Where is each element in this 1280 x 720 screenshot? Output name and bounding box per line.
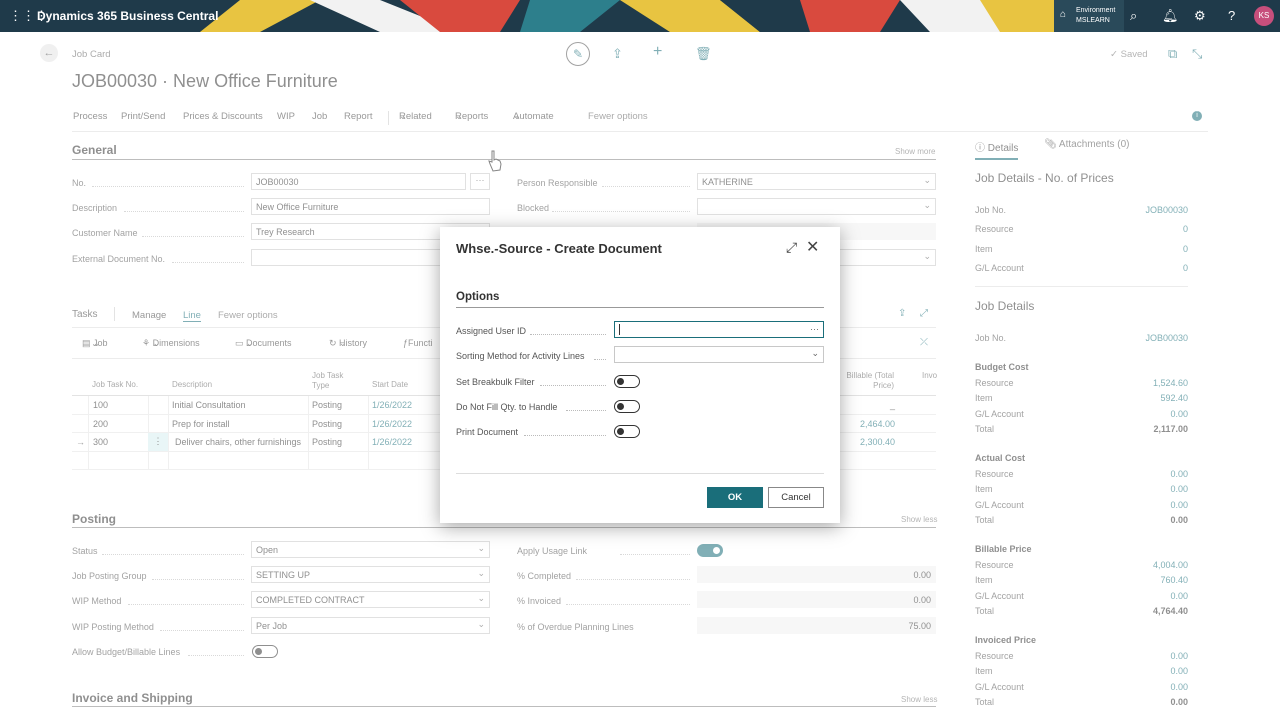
top-bar: ⋮⋮⋮ Dynamics 365 Business Central ⌂ Envi… [0, 0, 1280, 32]
search-icon[interactable]: ⌕ [1130, 8, 1137, 24]
toggle-knob [617, 403, 624, 410]
waffle-icon[interactable]: ⋮⋮⋮ [9, 9, 48, 22]
ok-button[interactable]: OK [707, 487, 763, 508]
dots [594, 359, 606, 360]
environment-name: MSLEARN [1076, 17, 1110, 24]
environment-box[interactable]: ⌂ Environment MSLEARN [1054, 0, 1124, 32]
banner-graphic [200, 0, 1060, 32]
chevron-down-icon: ⌄ [811, 348, 819, 358]
cancel-button[interactable]: Cancel [768, 487, 824, 508]
whse-source-dialog: Whse.-Source - Create Document ⤢ ✕ Optio… [440, 227, 840, 523]
breakbulk-label: Set Breakbulk Filter [456, 377, 535, 387]
assigned-user-input[interactable]: ··· [614, 321, 824, 338]
print-document-label: Print Document [456, 427, 519, 437]
expand-icon[interactable]: ⤢ [786, 239, 797, 256]
sorting-method-label: Sorting Method for Activity Lines [456, 351, 585, 361]
do-not-fill-label: Do Not Fill Qty. to Handle [456, 402, 558, 412]
avatar[interactable]: KS [1254, 6, 1274, 26]
dialog-footer-line [456, 473, 824, 474]
dialog-title: Whse.-Source - Create Document [456, 241, 662, 256]
options-section-line [456, 307, 824, 308]
dots [540, 385, 606, 386]
dots [566, 410, 606, 411]
text-caret [619, 324, 620, 335]
environment-icon: ⌂ [1060, 9, 1067, 20]
close-icon[interactable]: ✕ [806, 237, 819, 257]
sorting-method-select[interactable]: ⌄ [614, 346, 824, 363]
options-section-title[interactable]: Options [456, 291, 499, 303]
environment-label: Environment [1076, 7, 1116, 14]
assigned-user-label: Assigned User ID [456, 326, 527, 336]
gear-icon[interactable]: ⚙ [1194, 8, 1206, 24]
do-not-fill-toggle[interactable] [614, 400, 640, 413]
breakbulk-toggle[interactable] [614, 375, 640, 388]
app-name[interactable]: Dynamics 365 Business Central [37, 9, 218, 23]
toggle-knob [617, 428, 624, 435]
bell-icon[interactable]: 🔔︎ [1162, 8, 1179, 24]
help-icon[interactable]: ? [1228, 8, 1235, 23]
print-document-toggle[interactable] [614, 425, 640, 438]
dots [524, 435, 606, 436]
lookup-ellipsis-icon[interactable]: ··· [810, 324, 819, 334]
dots [530, 334, 606, 335]
toggle-knob [617, 378, 624, 385]
